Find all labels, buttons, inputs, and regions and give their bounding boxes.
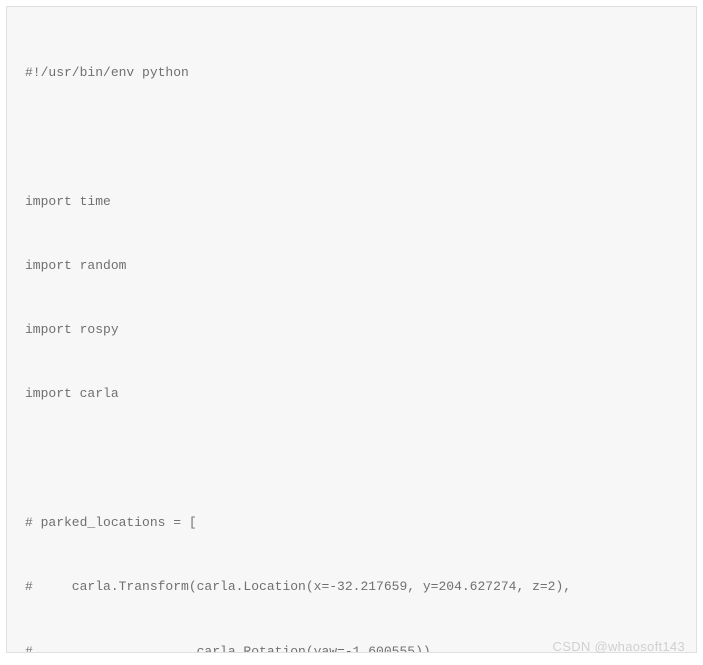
code-line: #!/usr/bin/env python [25,62,678,83]
code-line [25,126,678,147]
code-line: import time [25,191,678,212]
code-line: import rospy [25,319,678,340]
code-block: #!/usr/bin/env python import time import… [6,6,697,653]
code-line: # parked_locations = [ [25,512,678,533]
code-line: # carla.Transform(carla.Location(x=-32.2… [25,576,678,597]
code-line [25,448,678,469]
watermark-text: CSDN @whaosoft143 [553,636,685,657]
code-line: import carla [25,383,678,404]
code-line: import random [25,255,678,276]
